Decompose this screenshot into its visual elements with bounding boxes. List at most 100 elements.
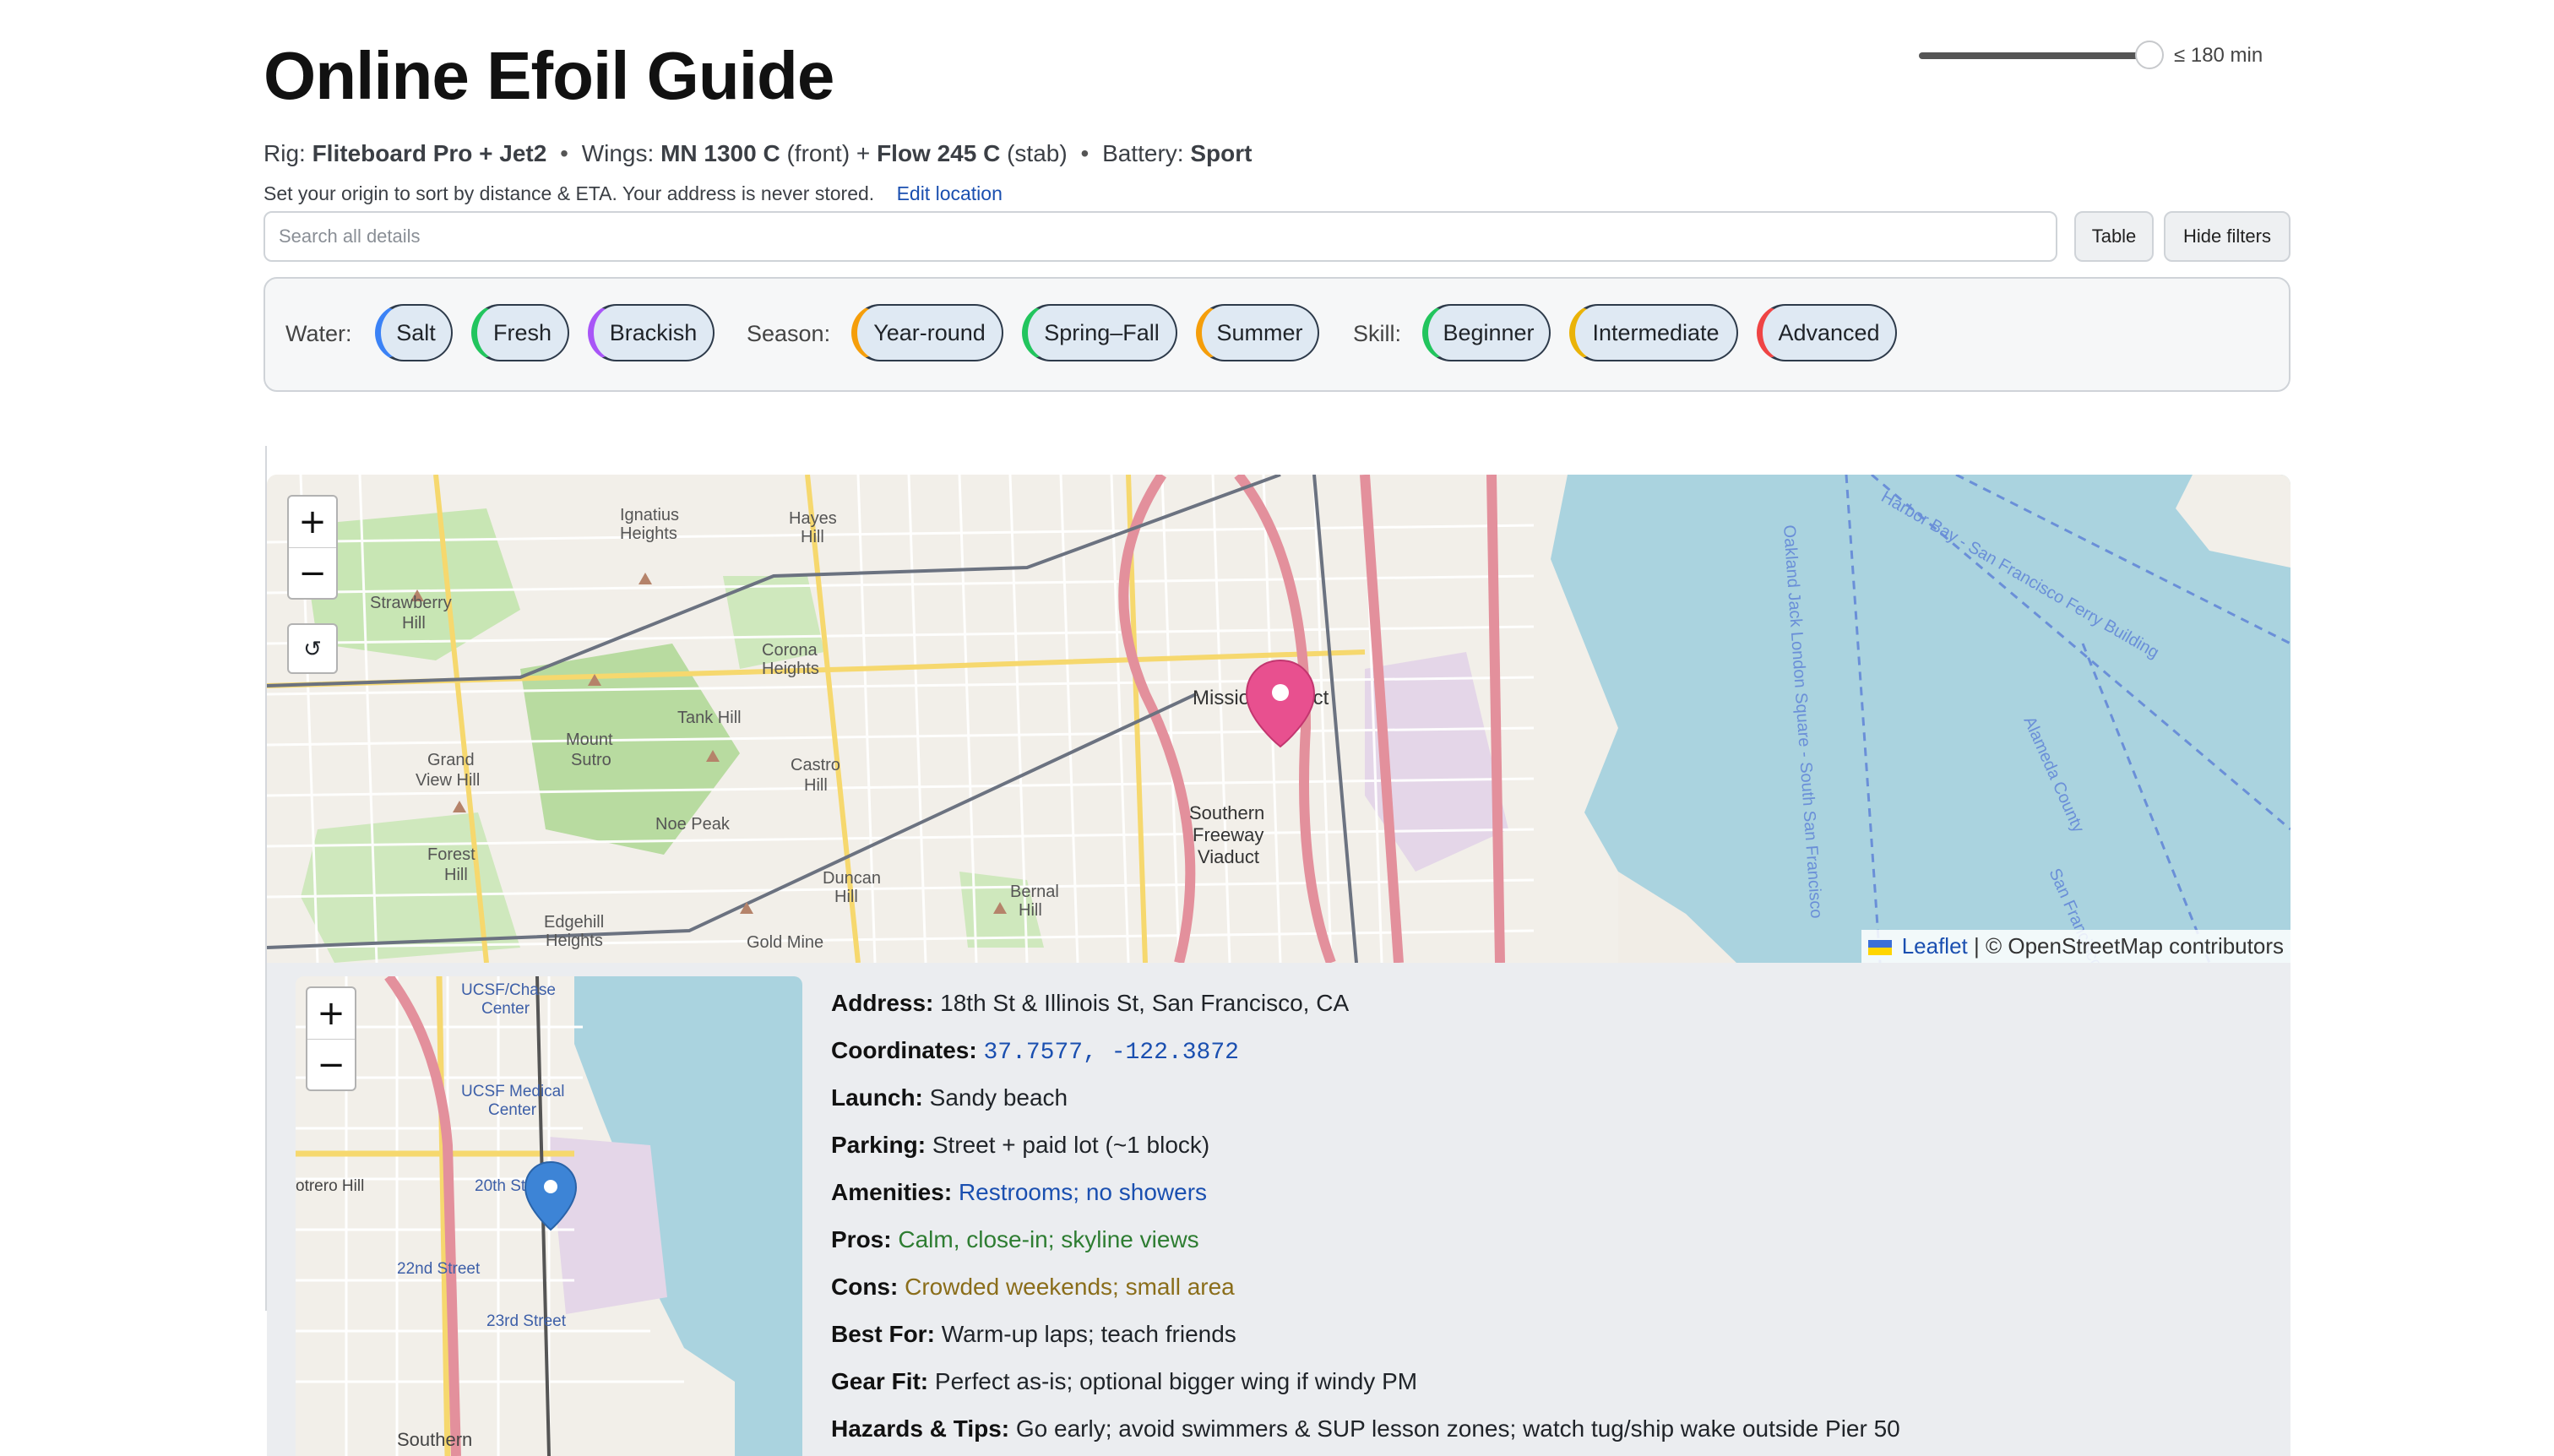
mini-zoom-in-button[interactable]: + [307,988,355,1039]
svg-text:Heights: Heights [546,932,603,950]
skill-filter-label: Skill: [1353,321,1402,346]
reset-view-button[interactable]: ↺ [287,623,338,674]
attribution-text: | © OpenStreetMap contributors [1974,933,2284,959]
edit-location-link[interactable]: Edit location [897,182,1003,204]
chip-skill-advanced[interactable]: Advanced [1757,304,1897,361]
detail-coordinates: Coordinates: 37.7577, -122.3872 [831,1037,1239,1066]
chip-skill-intermediate[interactable]: Intermediate [1569,304,1738,361]
search-input[interactable] [264,211,2057,262]
hide-filters-button[interactable]: Hide filters [2164,211,2290,262]
page-title: Online Efoil Guide [264,38,834,113]
svg-text:Hill: Hill [402,614,426,633]
leaflet-link[interactable]: Leaflet [1902,933,1968,959]
stab-wing: Flow 245 C [877,140,1001,166]
rig-prefix: Rig: [264,140,306,166]
detail-launch: Launch: Sandy beach [831,1084,1068,1111]
page: Online Efoil Guide Rig: Fliteboard Pro +… [0,0,2554,1456]
svg-text:Strawberry: Strawberry [370,594,452,612]
chip-water-brackish[interactable]: Brackish [588,304,715,361]
detail-best-for: Best For: Warm-up laps; teach friends [831,1321,1236,1347]
battery-prefix: Battery: [1102,140,1184,166]
spot-detail-panel: UCSF/Chase Center UCSF Medical Center 20th… [267,963,2290,1456]
max-drive-slider[interactable] [1919,52,2152,59]
svg-text:Center: Center [481,1000,530,1018]
main-map[interactable]: Mission District Southern Freeway Viaduc… [267,475,2290,963]
chip-season-spring-fall[interactable]: Spring–Fall [1022,304,1177,361]
detail-parking: Parking: Street + paid lot (~1 block) [831,1132,1210,1158]
ukraine-flag-icon [1868,940,1893,956]
svg-text:Hill: Hill [1019,901,1042,920]
svg-text:Center: Center [488,1101,537,1119]
svg-text:Bernal: Bernal [1010,883,1059,901]
front-suffix: (front) + [786,140,871,166]
chip-water-fresh[interactable]: Fresh [471,304,569,361]
svg-text:Corona: Corona [762,641,818,660]
svg-text:Hill: Hill [801,528,824,546]
spot-details: Address: 18th St & Illinois St, San Fran… [831,988,1900,1456]
season-filter-label: Season: [747,321,831,346]
detail-hazards: Hazards & Tips: Go early; avoid swimmers… [831,1415,1900,1442]
detail-amenities: Amenities: Restrooms; no showers [831,1179,1208,1205]
svg-text:Viaduct: Viaduct [1198,846,1259,867]
svg-text:Forest: Forest [427,845,475,864]
svg-text:Hill: Hill [804,776,828,795]
svg-text:Edgehill: Edgehill [544,913,604,932]
svg-text:Noe Peak: Noe Peak [655,815,731,834]
coordinates-link[interactable]: 37.7577, -122.3872 [983,1040,1238,1066]
origin-note-row: Set your origin to sort by distance & ET… [264,182,1003,205]
svg-text:Gold Mine: Gold Mine [747,933,823,952]
svg-text:Sutro: Sutro [571,751,611,769]
zoom-out-button[interactable]: − [289,547,336,598]
rig-summary: Rig: Fliteboard Pro + Jet2 • Wings: MN 1… [264,140,1252,167]
detail-cons: Cons: Crowded weekends; small area [831,1274,1235,1300]
detail-address: Address: 18th St & Illinois St, San Fran… [831,990,1350,1016]
mini-map-zoom-control: + − [306,986,356,1091]
detail-gear-fit: Gear Fit: Perfect as-is; optional bigger… [831,1368,1418,1394]
svg-text:Hill: Hill [444,866,468,884]
separator: • [1080,140,1090,166]
mini-map-tiles: UCSF/ChaseCenter UCSF MedicalCenter 20th… [296,976,802,1456]
svg-text:Castro: Castro [791,756,840,774]
svg-text:Southern: Southern [1189,802,1264,823]
svg-text:Freeway: Freeway [1193,824,1263,845]
map-zoom-control: + − [287,495,338,600]
svg-text:Ignatius: Ignatius [620,506,679,524]
svg-text:22nd Street: 22nd Street [397,1260,481,1278]
svg-text:Duncan: Duncan [823,869,881,888]
rig-name: Fliteboard Pro + Jet2 [312,140,547,166]
water-filter-label: Water: [285,321,352,346]
svg-text:View Hill: View Hill [416,771,480,790]
svg-text:Heights: Heights [762,660,819,678]
svg-text:Heights: Heights [620,524,677,543]
chip-skill-beginner[interactable]: Beginner [1422,304,1551,361]
svg-text:otrero Hill: otrero Hill [296,1177,364,1195]
map-tiles: Mission District Southern Freeway Viaduc… [267,475,2290,963]
svg-text:Grand: Grand [427,751,475,769]
origin-note: Set your origin to sort by distance & ET… [264,182,875,204]
mini-zoom-out-button[interactable]: − [307,1039,355,1089]
spot-mini-map[interactable]: UCSF/Chase Center UCSF Medical Center 20th… [296,976,802,1456]
chip-season-summer[interactable]: Summer [1196,304,1319,361]
separator: • [560,140,568,166]
svg-text:Hill: Hill [834,888,858,906]
stab-suffix: (stab) [1007,140,1068,166]
chip-season-year-round[interactable]: Year-round [851,304,1003,361]
map-attribution: Leaflet | © OpenStreetMap contributors [1861,930,2290,963]
svg-text:23rd Street: 23rd Street [486,1312,567,1330]
chip-water-salt[interactable]: Salt [375,304,453,361]
svg-text:Southern: Southern [397,1429,472,1450]
detail-pros: Pros: Calm, close-in; skyline views [831,1226,1199,1252]
svg-text:Mount: Mount [566,731,613,749]
svg-text:20th St: 20th St [475,1177,526,1195]
zoom-in-button[interactable]: + [289,497,336,547]
svg-text:UCSF/Chase: UCSF/Chase [461,981,556,999]
svg-text:Tank Hill: Tank Hill [677,709,742,727]
max-drive-value: ≤ 180 min [2174,44,2263,67]
svg-text:UCSF Medical: UCSF Medical [461,1083,564,1100]
filter-panel: Water: Salt Fresh Brackish Season: Year-… [264,277,2290,392]
front-wing: MN 1300 C [660,140,780,166]
wings-prefix: Wings: [581,140,655,166]
table-view-button[interactable]: Table [2074,211,2154,262]
battery-value: Sport [1190,140,1253,166]
slider-thumb[interactable] [2135,41,2164,69]
